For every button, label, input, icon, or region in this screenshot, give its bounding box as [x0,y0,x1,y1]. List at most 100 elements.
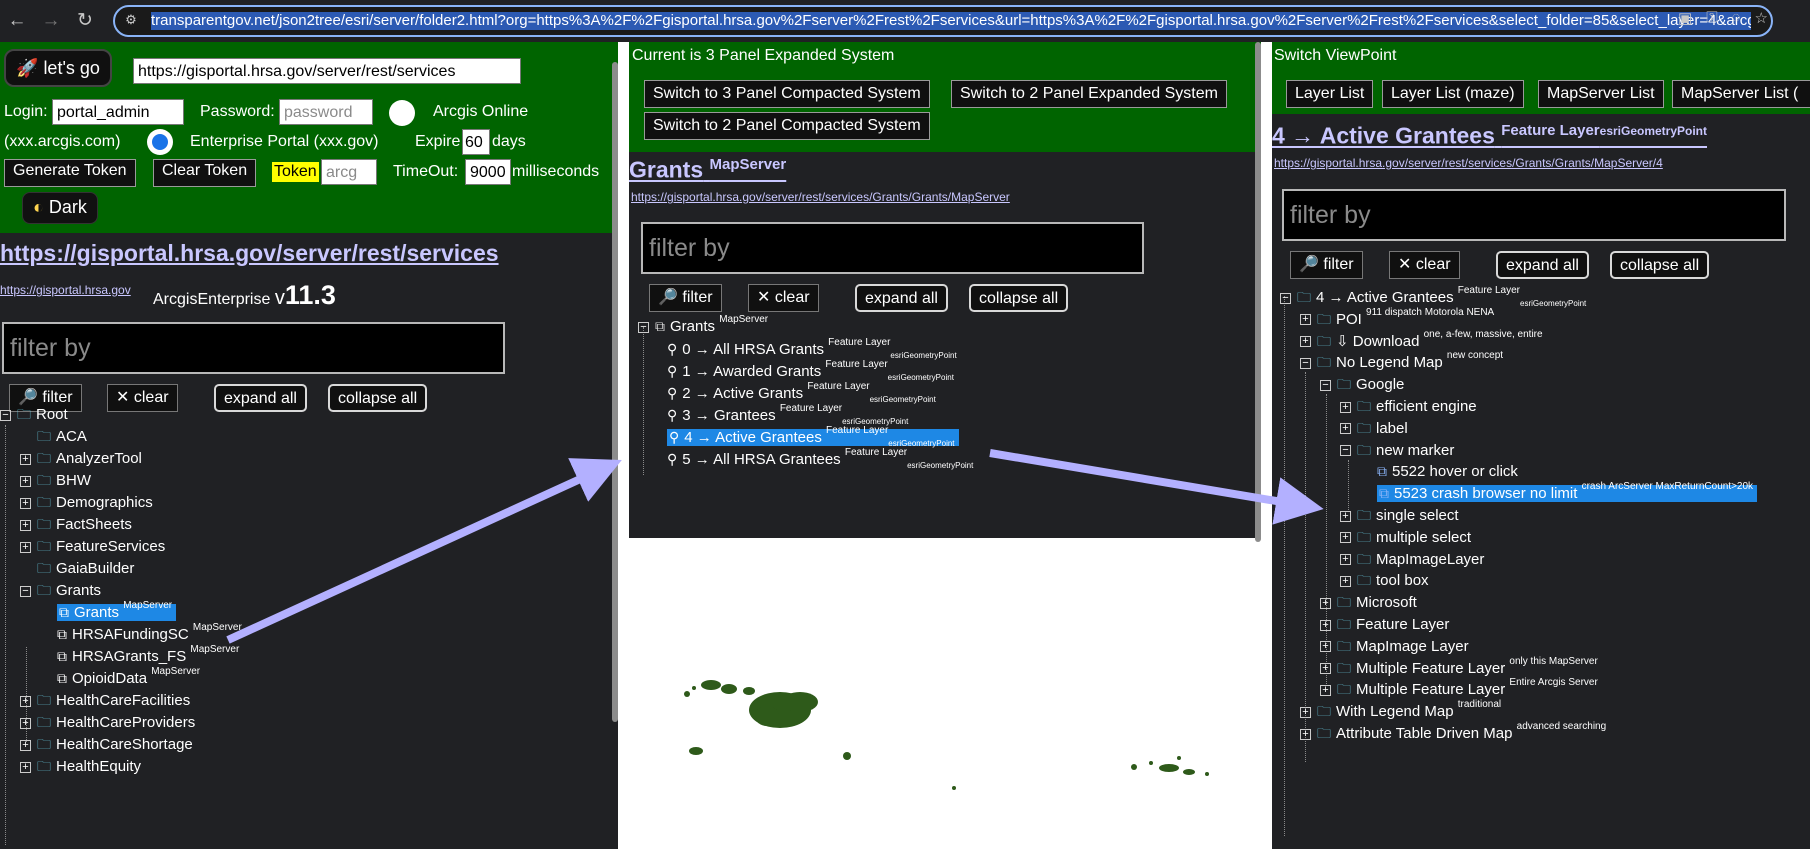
left-tree-item[interactable]: + 🗀 HealthCareShortage [20,732,193,756]
right-tree-item[interactable]: − 🗀 No Legend Map new concept [1300,350,1503,374]
collapse-toggle[interactable]: − [1340,445,1351,457]
right-tree-item[interactable]: + 🗀 efficient engine [1340,394,1477,418]
expand-toggle[interactable]: + [1340,532,1351,544]
password-input[interactable]: password [279,99,373,125]
right-tree-item[interactable]: ⧉ 5522 hover or click [1360,459,1518,483]
right-tree-item[interactable]: + 🗀 Attribute Table Driven Map advanced se… [1300,721,1606,745]
right-tree-item[interactable]: + 🗀 POI 911 dispatch Motorola NENA [1300,307,1494,331]
mid-filter-button[interactable]: 🔎 filter [649,284,722,312]
right-tree-item[interactable]: + 🗀 Multiple Feature Layer Entire Arcgis S… [1320,677,1598,701]
collapse-toggle[interactable]: − [0,409,11,421]
switch-2-compacted-button[interactable]: Switch to 2 Panel Compacted System [644,112,930,140]
panel-divider[interactable] [618,42,629,849]
selected-layer[interactable]: ⚲ 4 → Active Grantees Feature LayeresriGe… [667,425,959,448]
collapse-toggle[interactable]: − [1320,379,1331,391]
key-icon[interactable]: ⚿ [1706,9,1717,27]
tab-mapserver-list[interactable]: MapServer List [1538,80,1664,108]
expand-toggle[interactable]: + [1340,510,1351,522]
expand-toggle[interactable]: + [1320,597,1331,609]
expand-toggle[interactable]: + [1340,401,1351,413]
mapserver-url-link[interactable]: https://gisportal.hrsa.gov/server/rest/s… [631,190,1010,204]
left-tree-item[interactable]: + 🗀 HealthCareProviders [20,710,195,734]
right-tree-item[interactable]: − 🗀 Google [1320,372,1404,396]
expand-toggle[interactable]: + [20,695,31,707]
right-tree-item[interactable]: + 🗀 Feature Layer [1320,612,1449,636]
left-tree-item[interactable]: + 🗀 Demographics [20,490,153,514]
expand-toggle[interactable]: + [1300,706,1311,718]
server-root-link[interactable]: https://gisportal.hrsa.gov [0,283,131,297]
left-collapse-all-button[interactable]: collapse all [328,384,428,412]
selected-item[interactable]: ⧉ 5523 crash browser no limit crash ArcSe… [1377,481,1758,503]
right-tree-item[interactable]: + 🗀 ⇩ Download one, a-few, massive, entire [1300,329,1543,353]
mid-collapse-all-button[interactable]: collapse all [969,284,1069,312]
expand-toggle[interactable]: + [20,497,31,509]
tab-mapserver-list-2[interactable]: MapServer List ( [1672,80,1810,108]
dark-mode-button[interactable]: ◐ Dark [22,192,98,224]
screenshot-icon[interactable]: ▣ [1678,9,1692,27]
expire-input[interactable]: 60 [462,129,490,155]
selected-item[interactable]: ⧉ Grants MapServer [57,600,177,621]
expand-toggle[interactable]: + [20,761,31,773]
right-tree-item[interactable]: + 🗀 Microsoft [1320,590,1417,614]
expand-toggle[interactable]: + [20,519,31,531]
expand-toggle[interactable]: + [1340,554,1351,566]
mid-filter-input[interactable]: filter by [641,222,1144,274]
collapse-toggle[interactable]: − [1280,292,1291,304]
back-icon[interactable]: ← [4,8,30,34]
right-tree-item[interactable]: + 🗀 MapImage Layer [1320,634,1469,658]
panel-divider[interactable] [1261,42,1272,849]
mid-layer-item[interactable]: ⚲ 1 → Awarded Grants Feature LayeresriGeo… [667,359,954,383]
expand-toggle[interactable]: + [20,541,31,553]
expand-toggle[interactable]: + [20,453,31,465]
server-title-link[interactable]: https://gisportal.hrsa.gov/server/rest/s… [0,240,499,267]
right-tree-item[interactable]: − 🗀 new marker [1340,438,1454,462]
right-tree-item[interactable]: + 🗀 MapImageLayer [1340,547,1484,571]
left-tree-item[interactable]: 🗀 ACA [20,424,87,448]
mid-tree-root[interactable]: − ⧉ Grants MapServer [638,314,768,338]
collapse-toggle[interactable]: − [638,321,649,333]
mid-clear-button[interactable]: ✕ clear [748,284,819,312]
arcgis-online-radio[interactable] [389,100,415,126]
lets-go-button[interactable]: 🚀 let's go [4,49,112,87]
left-tree-item[interactable]: ⧉ HRSAGrants_FS MapServer [40,644,239,668]
reload-icon[interactable]: ↻ [72,8,98,34]
collapse-toggle[interactable]: − [1300,357,1311,369]
left-tree-item[interactable]: 🗀 GaiaBuilder [20,556,134,580]
mid-layer-item[interactable]: ⚲ 3 → Grantees Feature LayeresriGeometryP… [667,403,908,427]
expand-toggle[interactable]: + [1320,619,1331,631]
left-filter-input[interactable]: filter by [2,322,505,374]
layer-title-link[interactable]: 4 → Active Grantees Feature LayeresriGeo… [1272,122,1707,150]
switch-2-expanded-button[interactable]: Switch to 2 Panel Expanded System [951,80,1227,108]
right-tree-item[interactable]: + 🗀 tool box [1340,568,1429,592]
right-tree-item[interactable]: − 🗀 4 → Active Grantees Feature LayeresriG… [1280,285,1586,309]
expand-toggle[interactable]: + [20,475,31,487]
tab-layer-list[interactable]: Layer List [1286,80,1374,108]
right-tree-item[interactable]: + 🗀 multiple select [1340,525,1471,549]
expand-toggle[interactable]: + [1300,728,1311,740]
left-tree-item[interactable]: + 🗀 BHW [20,468,91,492]
left-tree-item[interactable]: + 🗀 FactSheets [20,512,132,536]
left-tree-item[interactable]: + 🗀 FeatureServices [20,534,165,558]
star-icon[interactable]: ☆ [1755,9,1768,27]
mid-expand-all-button[interactable]: expand all [855,284,948,312]
left-tree-item[interactable]: − 🗀 Root [0,402,68,426]
tab-layer-list-maze[interactable]: Layer List (maze) [1382,80,1524,108]
server-url-input[interactable]: https://gisportal.hrsa.gov/server/rest/s… [133,58,521,84]
forward-icon[interactable]: → [38,8,64,34]
left-tree-item[interactable]: + 🗀 AnalyzerTool [20,446,142,470]
right-tree-item[interactable]: ⧉ 5523 crash browser no limit crash ArcSe… [1360,481,1758,505]
address-bar[interactable]: ⚙ transparentgov.net/json2tree/esri/serv… [113,5,1773,37]
expand-toggle[interactable]: + [1320,663,1331,675]
expand-toggle[interactable]: + [20,717,31,729]
expand-toggle[interactable]: + [1320,684,1331,696]
collapse-toggle[interactable]: − [20,585,31,597]
timeout-input[interactable]: 9000 [465,159,511,185]
clear-token-button[interactable]: Clear Token [153,159,257,187]
site-info-icon[interactable]: ⚙ [123,12,139,28]
map-area[interactable] [629,538,1261,849]
left-tree-item[interactable]: ⧉ HRSAFundingSC MapServer [40,622,242,646]
right-collapse-all-button[interactable]: collapse all [1610,251,1710,279]
login-input[interactable]: portal_admin [52,99,184,125]
enterprise-portal-radio[interactable] [147,129,173,155]
right-tree-item[interactable]: + 🗀 Multiple Feature Layer only this MapSe… [1320,656,1598,680]
